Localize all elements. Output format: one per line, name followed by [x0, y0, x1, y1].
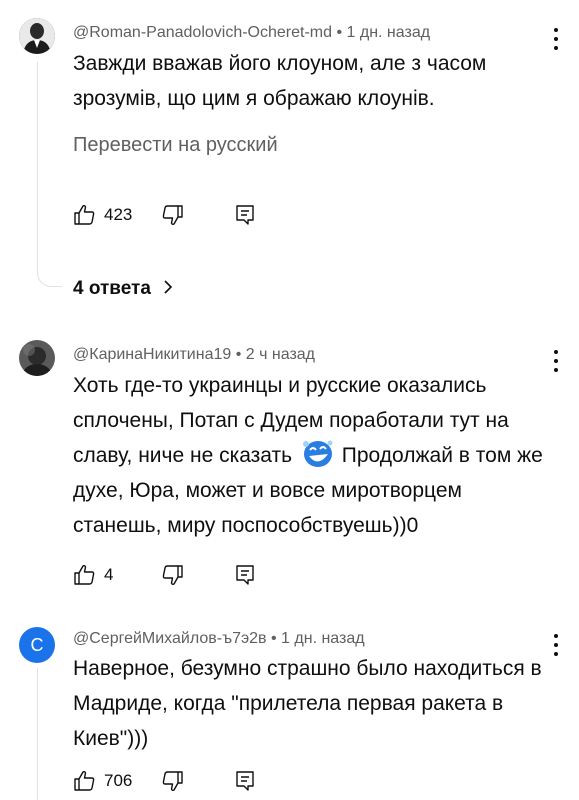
like-count: 4 — [104, 565, 114, 584]
thumbs-down-icon — [162, 565, 183, 586]
reply-button[interactable] — [233, 769, 259, 795]
thread-line — [37, 668, 38, 800]
thumbs-up-icon — [74, 564, 95, 585]
more-vertical-icon[interactable] — [546, 348, 566, 374]
meta-separator: • — [336, 24, 347, 41]
reply-button[interactable] — [233, 203, 259, 229]
comment-meta: @Roman-Panadolovich-Ocheret-md • 1 дн. н… — [73, 24, 430, 42]
comment-author[interactable]: @СергейМихайлов-ъ7э2в — [73, 630, 267, 647]
comment-text: Наверное, безумно страшно было находитьс… — [73, 657, 542, 750]
like-button[interactable]: 4 — [73, 560, 133, 590]
meta-separator: • — [235, 346, 246, 363]
comment-text: Завжди вважав його клоуном, але з часом … — [73, 52, 487, 110]
thread-curve — [37, 266, 62, 287]
replies-count: 4 ответа — [73, 278, 151, 299]
reply-button[interactable] — [233, 563, 259, 589]
comment-time: 2 ч назад — [245, 346, 316, 363]
like-button[interactable]: 423 — [73, 200, 143, 230]
avatar[interactable] — [19, 18, 55, 54]
thumbs-up-icon — [74, 770, 95, 791]
dislike-button[interactable] — [160, 563, 186, 589]
avatar[interactable] — [19, 340, 55, 376]
like-button[interactable]: 706 — [73, 766, 143, 796]
more-vertical-icon[interactable] — [546, 26, 566, 52]
comment-time: 1 дн. назад — [281, 630, 365, 647]
thread-line — [37, 62, 38, 272]
reply-icon — [236, 565, 254, 585]
translate-link[interactable]: Перевести на русский — [73, 134, 278, 157]
avatar-letter: С — [30, 634, 44, 655]
comment-text: Хоть где-то украинцы и русские оказались… — [73, 368, 543, 543]
chevron-right-icon — [164, 280, 173, 294]
reply-icon — [236, 771, 254, 791]
reply-icon — [236, 205, 254, 225]
like-count: 423 — [104, 205, 133, 224]
avatar[interactable]: С — [19, 627, 55, 663]
meta-separator: • — [271, 630, 282, 647]
dislike-button[interactable] — [160, 769, 186, 795]
thumbs-down-icon — [162, 771, 183, 792]
like-count: 706 — [104, 771, 133, 790]
thumbs-down-icon — [162, 205, 183, 226]
comment-author[interactable]: @КаринаНикитина19 — [73, 346, 231, 363]
laughing-emoji-icon — [302, 440, 333, 467]
comment-time: 1 дн. назад — [346, 24, 431, 41]
comment-meta: @КаринаНикитина19 • 2 ч назад — [73, 346, 315, 364]
thumbs-up-icon — [74, 204, 95, 225]
more-vertical-icon[interactable] — [546, 632, 566, 658]
dislike-button[interactable] — [160, 203, 186, 229]
comment-meta: @СергейМихайлов-ъ7э2в • 1 дн. назад — [73, 630, 365, 648]
comment-author[interactable]: @Roman-Panadolovich-Ocheret-md — [73, 24, 332, 41]
replies-toggle[interactable]: 4 ответа — [73, 278, 175, 304]
